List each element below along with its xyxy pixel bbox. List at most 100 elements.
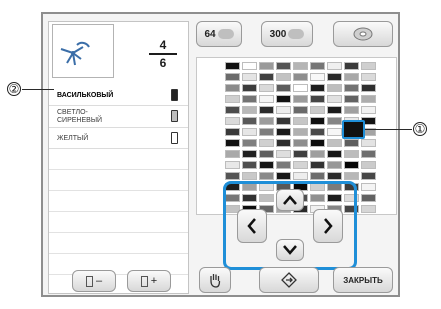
color-swatch[interactable] — [293, 95, 308, 103]
sort-color-button[interactable] — [259, 267, 319, 293]
color-swatch[interactable] — [225, 150, 240, 158]
palette-300-button[interactable]: 300 — [261, 21, 313, 47]
color-swatch[interactable] — [242, 117, 257, 125]
color-swatch[interactable] — [276, 150, 291, 158]
scroll-left-button[interactable] — [237, 209, 267, 243]
color-swatch[interactable] — [327, 161, 342, 169]
color-swatch[interactable] — [242, 84, 257, 92]
color-swatch[interactable] — [344, 95, 359, 103]
palette-64-button[interactable]: 64 — [196, 21, 242, 47]
thread-item-3[interactable]: ЖЕЛТЫЙ — [49, 128, 188, 149]
color-swatch[interactable] — [293, 161, 308, 169]
color-swatch[interactable] — [276, 117, 291, 125]
color-swatch[interactable] — [242, 95, 257, 103]
color-swatch[interactable] — [276, 161, 291, 169]
thread-item-1[interactable]: ВАСИЛЬКОВЫЙ — [49, 85, 188, 106]
color-swatch[interactable] — [310, 84, 325, 92]
color-swatch[interactable] — [310, 73, 325, 81]
color-swatch[interactable] — [361, 139, 376, 147]
spool-minus-button[interactable]: – — [72, 270, 116, 292]
color-swatch[interactable] — [344, 161, 359, 169]
color-swatch[interactable] — [344, 150, 359, 158]
color-swatch[interactable] — [225, 117, 240, 125]
color-swatch[interactable] — [225, 172, 240, 180]
color-swatch[interactable] — [225, 73, 240, 81]
color-swatch[interactable] — [327, 172, 342, 180]
color-swatch[interactable] — [242, 106, 257, 114]
color-swatch[interactable] — [259, 84, 274, 92]
color-swatch[interactable] — [344, 139, 359, 147]
color-swatch[interactable] — [259, 106, 274, 114]
color-swatch[interactable] — [259, 128, 274, 136]
color-swatch[interactable] — [293, 73, 308, 81]
color-swatch[interactable] — [310, 139, 325, 147]
color-swatch[interactable] — [242, 128, 257, 136]
color-swatch[interactable] — [310, 62, 325, 70]
color-swatch[interactable] — [293, 139, 308, 147]
color-swatch[interactable] — [259, 95, 274, 103]
color-swatch[interactable] — [259, 117, 274, 125]
color-swatch[interactable] — [259, 73, 274, 81]
color-swatch[interactable] — [361, 73, 376, 81]
color-swatch[interactable] — [276, 62, 291, 70]
color-swatch[interactable] — [327, 128, 342, 136]
color-swatch[interactable] — [310, 128, 325, 136]
color-swatch[interactable] — [310, 161, 325, 169]
scroll-right-button[interactable] — [313, 209, 343, 243]
color-swatch[interactable] — [361, 172, 376, 180]
color-swatch[interactable] — [344, 172, 359, 180]
color-swatch[interactable] — [242, 139, 257, 147]
color-swatch[interactable] — [242, 73, 257, 81]
color-swatch[interactable] — [293, 172, 308, 180]
color-swatch[interactable] — [327, 73, 342, 81]
color-swatch[interactable] — [259, 172, 274, 180]
color-swatch[interactable] — [344, 73, 359, 81]
color-swatch[interactable] — [293, 117, 308, 125]
color-swatch[interactable] — [361, 84, 376, 92]
color-swatch[interactable] — [361, 161, 376, 169]
color-swatch[interactable] — [293, 106, 308, 114]
color-swatch[interactable] — [259, 150, 274, 158]
color-swatch[interactable] — [344, 62, 359, 70]
thread-item-2[interactable]: СВЕТЛО- СИРЕНЕВЫЙ — [49, 106, 188, 128]
color-swatch[interactable] — [361, 62, 376, 70]
color-swatch[interactable] — [327, 62, 342, 70]
color-swatch[interactable] — [344, 106, 359, 114]
color-swatch[interactable] — [242, 172, 257, 180]
color-swatch[interactable] — [259, 161, 274, 169]
color-swatch[interactable] — [225, 106, 240, 114]
color-swatch[interactable] — [242, 62, 257, 70]
color-swatch[interactable] — [276, 84, 291, 92]
color-swatch[interactable] — [327, 95, 342, 103]
color-swatch[interactable] — [310, 106, 325, 114]
spool-plus-button[interactable]: + — [127, 270, 171, 292]
color-swatch[interactable] — [327, 84, 342, 92]
color-swatch[interactable] — [327, 117, 342, 125]
color-swatch[interactable] — [327, 139, 342, 147]
color-swatch[interactable] — [225, 161, 240, 169]
color-swatch[interactable] — [276, 128, 291, 136]
color-swatch[interactable] — [310, 150, 325, 158]
color-swatch[interactable] — [276, 95, 291, 103]
color-swatch[interactable] — [327, 106, 342, 114]
color-swatch[interactable] — [361, 194, 376, 202]
color-swatch[interactable] — [225, 139, 240, 147]
color-swatch[interactable] — [293, 62, 308, 70]
color-swatch[interactable] — [276, 73, 291, 81]
color-swatch[interactable] — [276, 106, 291, 114]
color-swatch[interactable] — [242, 161, 257, 169]
color-swatch[interactable] — [293, 84, 308, 92]
color-swatch[interactable] — [259, 62, 274, 70]
color-swatch[interactable] — [225, 84, 240, 92]
color-swatch[interactable] — [276, 172, 291, 180]
color-swatch[interactable] — [242, 150, 257, 158]
hand-button[interactable] — [199, 267, 231, 293]
color-swatch[interactable] — [361, 205, 376, 213]
color-swatch[interactable] — [361, 183, 376, 191]
color-swatch[interactable] — [225, 62, 240, 70]
color-swatch[interactable] — [293, 128, 308, 136]
color-swatch[interactable] — [310, 117, 325, 125]
color-swatch[interactable] — [344, 84, 359, 92]
color-swatch[interactable] — [310, 172, 325, 180]
color-swatch[interactable] — [327, 150, 342, 158]
